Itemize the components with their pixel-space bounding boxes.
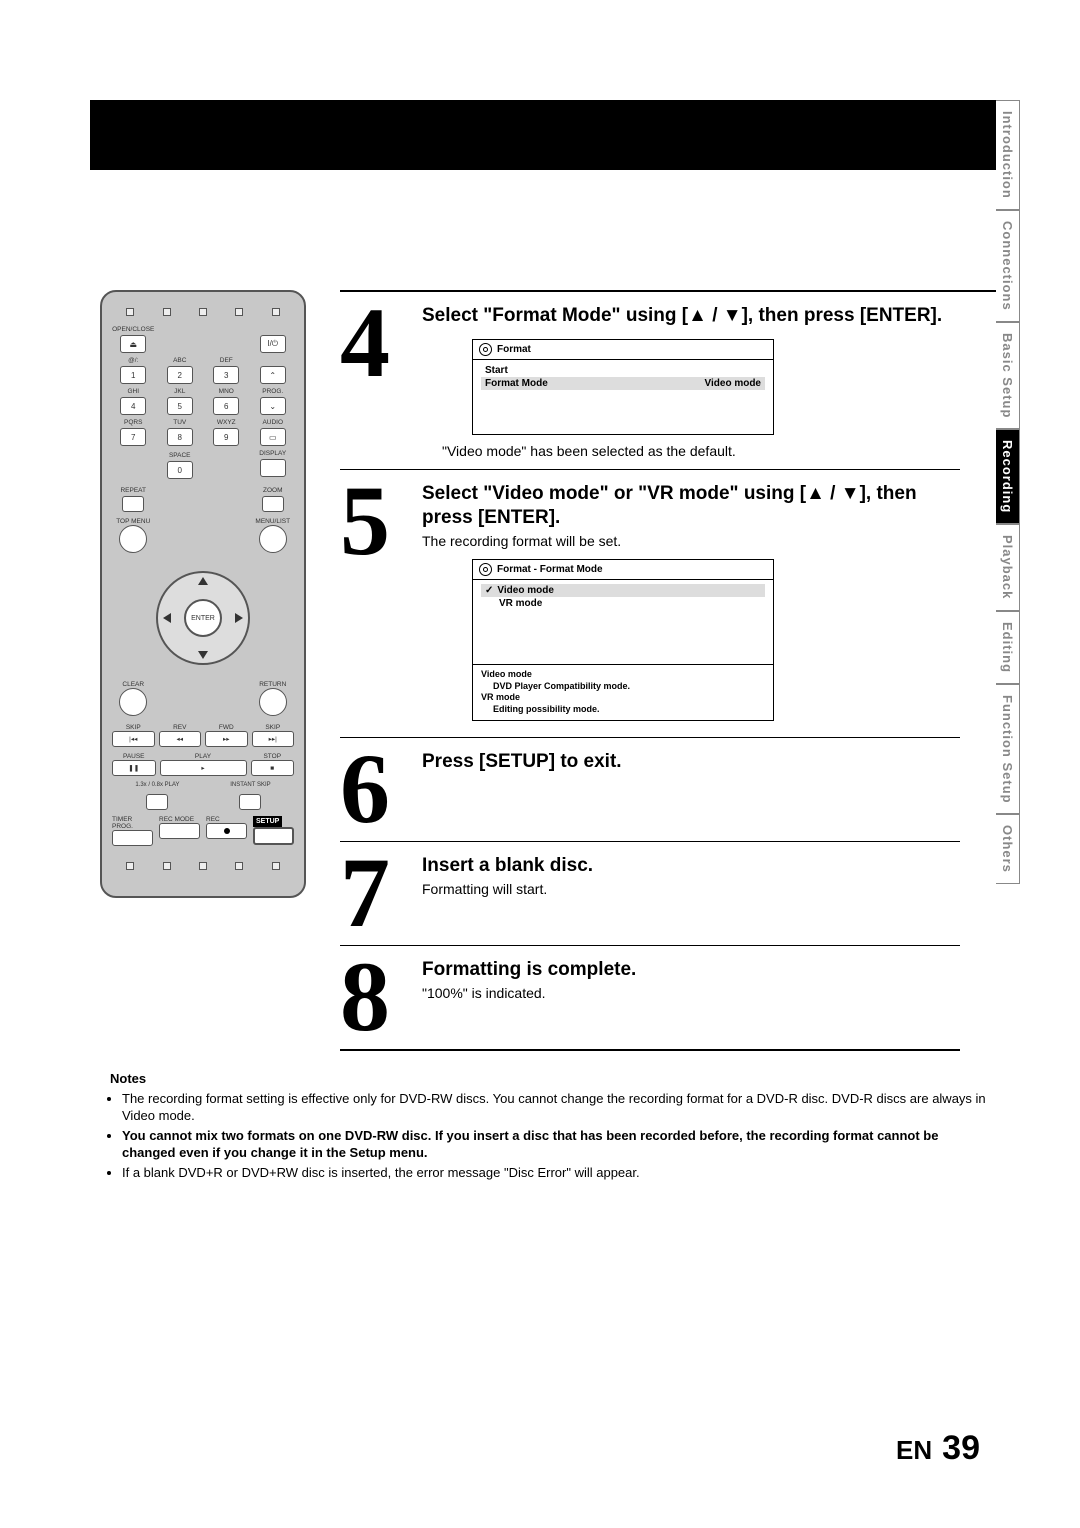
remote-column: OPEN/CLOSE ⏏ I/⏻ @/:1 ABC2 DEF3 ⌃ GHI4 J… bbox=[90, 290, 320, 1051]
step-5: 5 Select "Video mode" or "VR mode" using… bbox=[340, 470, 960, 738]
side-tabs: Introduction Connections Basic Setup Rec… bbox=[996, 100, 1020, 884]
top-menu-label: TOP MENU bbox=[112, 518, 155, 525]
repeat-label: REPEAT bbox=[112, 487, 155, 494]
play-button[interactable]: ▸ bbox=[160, 760, 247, 776]
zoom-button[interactable] bbox=[262, 496, 284, 512]
tab-connections[interactable]: Connections bbox=[996, 210, 1020, 322]
setup-button[interactable] bbox=[253, 827, 294, 845]
fwd-button[interactable]: ▸▸ bbox=[205, 731, 248, 747]
key-1[interactable]: 1 bbox=[120, 366, 146, 384]
note-item: If a blank DVD+R or DVD+RW disc is inser… bbox=[122, 1164, 990, 1182]
return-button[interactable] bbox=[259, 688, 287, 716]
rev-button[interactable]: ◂◂ bbox=[159, 731, 202, 747]
step-4: 4 Select "Format Mode" using [▲ / ▼], th… bbox=[340, 292, 960, 470]
tab-editing[interactable]: Editing bbox=[996, 611, 1020, 684]
dpad: ENTER bbox=[148, 563, 258, 673]
key-down[interactable]: ⌄ bbox=[260, 397, 286, 415]
dpad-up-icon[interactable] bbox=[198, 577, 208, 585]
timer-prog-label: TIMER PROG. bbox=[112, 816, 153, 830]
note-item: The recording format setting is effectiv… bbox=[122, 1090, 990, 1125]
clear-button[interactable] bbox=[119, 688, 147, 716]
setup-label: SETUP bbox=[253, 816, 282, 827]
repeat-button[interactable] bbox=[122, 496, 144, 512]
tab-playback[interactable]: Playback bbox=[996, 524, 1020, 610]
key-up[interactable]: ⌃ bbox=[260, 366, 286, 384]
dpad-down-icon[interactable] bbox=[198, 651, 208, 659]
key-4[interactable]: 4 bbox=[120, 397, 146, 415]
key-5[interactable]: 5 bbox=[167, 397, 193, 415]
key-audio[interactable]: ▭ bbox=[260, 428, 286, 446]
key-7[interactable]: 7 bbox=[120, 428, 146, 446]
step-7: 7 Insert a blank disc. Formatting will s… bbox=[340, 842, 960, 946]
tab-basic-setup[interactable]: Basic Setup bbox=[996, 322, 1020, 429]
osd-format: Format Start Format ModeVideo mode bbox=[472, 339, 774, 435]
timer-prog-button[interactable] bbox=[112, 830, 153, 846]
key-9[interactable]: 9 bbox=[213, 428, 239, 446]
key-3[interactable]: 3 bbox=[213, 366, 239, 384]
step-number: 8 bbox=[340, 954, 410, 1039]
step-8-sub: "100%" is indicated. bbox=[422, 985, 960, 1001]
step-7-sub: Formatting will start. bbox=[422, 881, 960, 897]
key-6[interactable]: 6 bbox=[213, 397, 239, 415]
enter-button[interactable]: ENTER bbox=[184, 599, 222, 637]
rec-label: REC bbox=[206, 816, 247, 823]
header-bar bbox=[90, 100, 1000, 170]
rec-mode-label: REC MODE bbox=[159, 816, 200, 823]
rec-mode-button[interactable] bbox=[159, 823, 200, 839]
disc-icon bbox=[479, 563, 492, 576]
step-number: 7 bbox=[340, 850, 410, 935]
skip-next-button[interactable]: ▸▸| bbox=[252, 731, 295, 747]
dpad-left-icon[interactable] bbox=[163, 613, 171, 623]
step-8: 8 Formatting is complete. "100%" is indi… bbox=[340, 946, 960, 1051]
pause-button[interactable]: ❚❚ bbox=[112, 760, 156, 776]
steps-column: 4 Select "Format Mode" using [▲ / ▼], th… bbox=[340, 290, 1000, 1051]
step-4-title: Select "Format Mode" using [▲ / ▼], then… bbox=[422, 304, 960, 329]
key-display[interactable] bbox=[260, 459, 286, 477]
return-label: RETURN bbox=[252, 681, 295, 688]
page-number: EN39 bbox=[896, 1429, 980, 1468]
notes-header: Notes bbox=[110, 1070, 990, 1088]
step-7-title: Insert a blank disc. bbox=[422, 854, 960, 879]
instant-skip-button[interactable] bbox=[239, 794, 261, 810]
rec-button[interactable] bbox=[206, 823, 247, 839]
step-8-title: Formatting is complete. bbox=[422, 958, 960, 983]
notes-block: Notes The recording format setting is ef… bbox=[110, 1070, 990, 1183]
step-6-title: Press [SETUP] to exit. bbox=[422, 750, 960, 775]
step-6: 6 Press [SETUP] to exit. bbox=[340, 738, 960, 842]
page: Introduction Connections Basic Setup Rec… bbox=[0, 0, 1080, 1528]
eject-button[interactable]: ⏏ bbox=[120, 335, 146, 353]
step-5-sub: The recording format will be set. bbox=[422, 533, 960, 549]
disc-icon bbox=[479, 343, 492, 356]
open-close-label: OPEN/CLOSE bbox=[112, 326, 155, 333]
stop-button[interactable]: ■ bbox=[251, 760, 295, 776]
osd-format-mode: Format - Format Mode Video mode VR mode … bbox=[472, 559, 774, 721]
step-number: 5 bbox=[340, 478, 410, 563]
tab-others[interactable]: Others bbox=[996, 814, 1020, 884]
key-8[interactable]: 8 bbox=[167, 428, 193, 446]
step-5-title: Select "Video mode" or "VR mode" using [… bbox=[422, 482, 960, 531]
tab-function-setup[interactable]: Function Setup bbox=[996, 684, 1020, 815]
skip-prev-button[interactable]: |◂◂ bbox=[112, 731, 155, 747]
note-item: You cannot mix two formats on one DVD-RW… bbox=[122, 1127, 990, 1162]
zoom-label: ZOOM bbox=[252, 487, 295, 494]
key-2[interactable]: 2 bbox=[167, 366, 193, 384]
speed-play-button[interactable] bbox=[146, 794, 168, 810]
step-number: 6 bbox=[340, 746, 410, 831]
step-number: 4 bbox=[340, 300, 410, 385]
dpad-right-icon[interactable] bbox=[235, 613, 243, 623]
speed-play-label: 1.3x / 0.8x PLAY bbox=[135, 782, 179, 788]
tab-recording[interactable]: Recording bbox=[996, 429, 1020, 524]
step-4-caption: "Video mode" has been selected as the de… bbox=[442, 443, 960, 459]
instant-skip-label: INSTANT SKIP bbox=[230, 782, 270, 788]
menu-list-button[interactable] bbox=[259, 525, 287, 553]
menu-list-label: MENU/LIST bbox=[252, 518, 295, 525]
power-button[interactable]: I/⏻ bbox=[260, 335, 286, 353]
tab-introduction[interactable]: Introduction bbox=[996, 100, 1020, 210]
clear-label: CLEAR bbox=[112, 681, 155, 688]
remote-control: OPEN/CLOSE ⏏ I/⏻ @/:1 ABC2 DEF3 ⌃ GHI4 J… bbox=[100, 290, 306, 898]
top-menu-button[interactable] bbox=[119, 525, 147, 553]
key-0[interactable]: 0 bbox=[167, 461, 193, 479]
